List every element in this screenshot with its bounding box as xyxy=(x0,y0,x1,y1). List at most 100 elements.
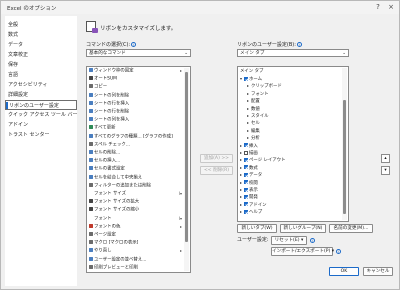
tree-item[interactable]: ▸ スタイル xyxy=(247,113,269,119)
command-item[interactable]: スペル チェック... xyxy=(89,141,130,148)
sidebar-item[interactable]: アクセシビリティ xyxy=(5,80,77,90)
command-item[interactable]: フォント サイズ xyxy=(89,191,126,197)
checkbox[interactable] xyxy=(244,202,248,207)
help-icon[interactable]: ? xyxy=(373,3,383,12)
sidebar-item[interactable]: リボンのユーザー設定 xyxy=(5,100,77,110)
tree-item[interactable]: ▸ 配置 xyxy=(247,98,260,104)
tree-item[interactable]: ▸ 挿入 xyxy=(240,143,258,149)
command-item[interactable]: マクロ [マクロの表示] xyxy=(89,240,138,246)
command-item[interactable]: オートSUM xyxy=(89,76,117,82)
commands-scrollbar[interactable] xyxy=(184,68,189,271)
command-item[interactable]: フォント xyxy=(89,216,112,222)
command-item[interactable]: セルを結合して中央揃え xyxy=(89,174,142,181)
checkbox[interactable] xyxy=(244,143,248,148)
tree-item[interactable]: ▸ データ xyxy=(240,172,262,178)
checkbox[interactable] xyxy=(244,150,248,155)
command-label: フォントの色 xyxy=(94,224,121,230)
command-item[interactable]: ページ設定 xyxy=(89,232,116,238)
sidebar-item[interactable]: 言語 xyxy=(5,70,77,80)
tree-item[interactable]: ▸ クリップボード xyxy=(247,83,282,89)
sidebar-item[interactable]: 詳細設定 xyxy=(5,90,77,100)
tree-item[interactable]: ▸ 編集 xyxy=(247,128,260,134)
tree-scrollbar[interactable] xyxy=(342,68,347,220)
command-label: セルの削除... xyxy=(94,150,121,156)
tree-item[interactable]: ▸ ページ レイアウト xyxy=(240,157,285,163)
move-down-button[interactable]: ▾ xyxy=(381,166,390,175)
tree-item[interactable]: ▸ 描画 xyxy=(240,150,258,156)
command-item[interactable]: シートの行を挿入 xyxy=(89,100,129,107)
sidebar-item[interactable]: 数式 xyxy=(5,30,77,40)
tree-item[interactable]: ▸ フォント xyxy=(247,91,269,97)
command-item[interactable]: フィルターの追加または削除 xyxy=(89,182,151,189)
tree-item[interactable]: ▸ セル xyxy=(247,120,260,126)
tree-item[interactable]: ▸ 数値 xyxy=(247,106,260,112)
commands-combo[interactable]: 基本的なコマンド ⌄ xyxy=(86,49,191,57)
tree-item[interactable]: ▸ 表示 xyxy=(240,187,258,193)
command-item[interactable]: すべて更新 xyxy=(89,125,115,131)
command-item[interactable]: コピー xyxy=(89,84,107,90)
rename-button[interactable]: 名前の変更(M)... xyxy=(329,224,373,233)
command-icon xyxy=(89,216,93,220)
sidebar-item[interactable]: データ xyxy=(5,40,77,50)
command-label: 印刷プレビューと印刷 xyxy=(94,265,138,271)
sidebar-item[interactable]: アドイン xyxy=(5,120,77,130)
command-item[interactable]: フォントの色 xyxy=(89,223,121,230)
reset-button[interactable]: リセット(E) ▾ xyxy=(271,236,307,245)
info-icon[interactable]: i xyxy=(310,238,315,243)
sidebar-item[interactable]: 全般 xyxy=(5,20,77,30)
info-icon[interactable]: i xyxy=(131,42,137,47)
scrollbar-thumb[interactable] xyxy=(185,72,188,242)
import-export-button[interactable]: インポート/エクスポート(P) ▾ xyxy=(271,247,334,256)
command-item[interactable]: すべてのグラフの種類... [グラフの作成] xyxy=(89,133,173,140)
new-group-button[interactable]: 新しいグループ(N) xyxy=(280,224,326,233)
command-item[interactable]: シートの列を削除 xyxy=(89,92,129,99)
scrollbar-thumb[interactable] xyxy=(343,100,346,214)
sidebar-item[interactable]: 保存 xyxy=(5,60,77,70)
cancel-button[interactable]: キャンセル xyxy=(363,267,393,276)
command-icon xyxy=(89,117,93,122)
ok-button[interactable]: OK xyxy=(329,267,359,276)
checkbox[interactable] xyxy=(244,76,248,81)
add-button[interactable]: 追加(A) >> xyxy=(200,154,233,163)
tree-item[interactable]: ▸ 数式 xyxy=(240,165,258,171)
submenu-indicator: I▾ xyxy=(178,215,182,221)
sidebar-item[interactable]: トラスト センター xyxy=(5,130,77,140)
command-item[interactable]: 印刷プレビューと印刷 xyxy=(89,264,138,271)
checkbox[interactable] xyxy=(244,194,248,199)
ribbon-tree[interactable]: メイン タブ ▾ ホーム ▸ クリップボード ▸ フォント ▸ 配置 ▸ 数値 ▸ スタイル ▸ セル ▸ 編… xyxy=(237,66,349,222)
sidebar-item[interactable]: クイック アクセス ツール バー xyxy=(5,110,77,120)
checkbox[interactable] xyxy=(244,187,248,192)
command-item[interactable]: シートの列を挿入 xyxy=(89,117,129,123)
tree-item[interactable]: ▸ アドイン xyxy=(240,202,267,208)
command-item[interactable]: セルの挿入... xyxy=(89,158,120,164)
ribbon-combo[interactable]: メイン タブ ⌄ xyxy=(237,49,349,57)
command-item[interactable]: セルの書式設定 xyxy=(89,166,125,172)
command-item[interactable]: フォント サイズの拡大 xyxy=(89,199,139,205)
checkbox[interactable] xyxy=(244,165,248,170)
info-icon[interactable]: i xyxy=(296,42,302,47)
checkbox[interactable] xyxy=(244,157,248,162)
command-item[interactable]: セルの削除... xyxy=(89,150,120,156)
remove-button[interactable]: << 削除(R) xyxy=(200,166,233,175)
checkbox[interactable] xyxy=(244,180,248,185)
info-icon[interactable]: i xyxy=(336,249,341,254)
command-item[interactable]: やり直し xyxy=(89,248,112,254)
sidebar-item[interactable]: 文章校正 xyxy=(5,50,77,60)
command-icon xyxy=(89,84,93,89)
tree-item[interactable]: ▾ ホーム xyxy=(240,76,262,82)
new-tab-button[interactable]: 新しいタブ(W) xyxy=(237,224,277,233)
tree-item[interactable]: ▸ ヘルプ xyxy=(240,209,262,215)
checkbox[interactable] xyxy=(244,172,248,177)
command-item[interactable]: フォント サイズの縮小 xyxy=(89,207,139,213)
commands-list[interactable]: ウィンドウ枠の固定 ▸ オートSUM コピー シートの列を削除 シートの行を挿入 シートの行… xyxy=(86,66,191,273)
command-item[interactable]: ウィンドウ枠の固定 xyxy=(89,68,134,74)
command-icon xyxy=(89,141,93,146)
command-item[interactable]: シートの行を削除 xyxy=(89,109,129,115)
checkbox[interactable] xyxy=(244,209,248,214)
tree-item[interactable]: ▸ 校閲 xyxy=(240,180,258,186)
close-icon[interactable]: × xyxy=(386,3,396,12)
tree-item[interactable]: ▸ 開発 xyxy=(240,194,258,200)
command-item[interactable]: ユーザー設定の並べ替え... xyxy=(89,256,146,263)
tree-item[interactable]: ▸ 分析 xyxy=(247,135,260,141)
move-up-button[interactable]: ▴ xyxy=(381,154,390,163)
